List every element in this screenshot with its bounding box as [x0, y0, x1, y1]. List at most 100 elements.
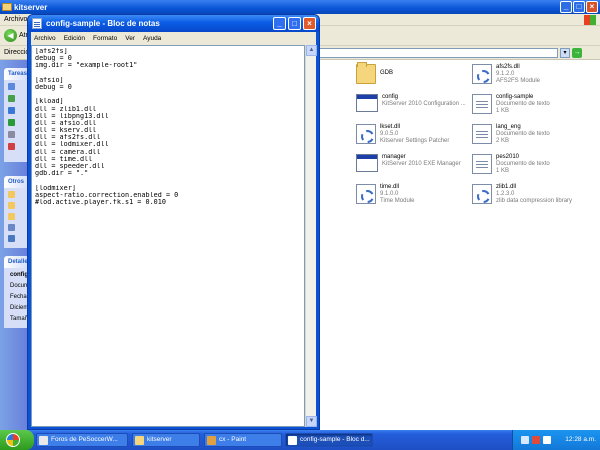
- file-detail: 9.0.5.0: [380, 131, 399, 137]
- computer-icon: [8, 224, 15, 231]
- task-item[interactable]: [8, 119, 15, 126]
- taskbar-button[interactable]: config-sample - Bloc d...: [285, 433, 373, 447]
- notepad-title-bar[interactable]: config-sample - Bloc de notas _ □ ×: [28, 15, 319, 32]
- menu-archivo[interactable]: Archivo: [34, 35, 56, 42]
- text-line: [afs2fs]: [35, 48, 68, 55]
- file-item[interactable]: lkset.dll 9.0.5.0 Kitserver Settings Patch…: [356, 124, 449, 145]
- taskbar-button[interactable]: kitserver: [132, 433, 200, 447]
- file-name: zlib1.dll: [496, 184, 517, 190]
- taskbar-button-label: config-sample - Bloc d...: [300, 436, 370, 443]
- file-name: lkset.dll: [380, 124, 401, 130]
- place-item[interactable]: [8, 224, 15, 231]
- file-label: lang_eng Documento de texto 2 KB: [496, 124, 550, 145]
- file-detail: Documento de texto: [496, 131, 550, 137]
- file-label: manager KitServer 2010 EXE Manager: [382, 154, 461, 168]
- place-item[interactable]: [8, 213, 15, 220]
- task-item[interactable]: [8, 131, 15, 138]
- app-icon: [288, 436, 297, 445]
- maximize-button[interactable]: □: [288, 17, 301, 30]
- explorer-title-bar[interactable]: kitserver _ □ ×: [0, 0, 600, 14]
- file-detail: 1 KB: [496, 108, 510, 114]
- app-icon: [39, 436, 48, 445]
- file-name: afs2fs.dll: [496, 64, 520, 70]
- file-name: time.dll: [380, 184, 400, 190]
- file-name: lang_eng: [496, 124, 521, 130]
- task-item[interactable]: [8, 107, 15, 114]
- folder-icon: [8, 191, 15, 198]
- file-detail: Documento de texto: [496, 101, 550, 107]
- file-detail: AFS2FS Module: [496, 78, 541, 84]
- text-line: debug = 0: [35, 83, 72, 91]
- close-button[interactable]: ×: [586, 1, 598, 13]
- taskbar-button[interactable]: cx - Paint: [204, 433, 282, 447]
- text-line: [lodmixer]: [35, 184, 76, 192]
- file-detail: 2 KB: [496, 138, 510, 144]
- text-line: dll = zlib1.dll: [35, 105, 97, 113]
- dll-icon: [472, 64, 492, 84]
- taskbar: Foros de PeSoccerW... kitserver cx - Paint…: [0, 430, 600, 450]
- scroll-up-icon[interactable]: ▲: [306, 45, 317, 56]
- minimize-button[interactable]: _: [560, 1, 572, 13]
- volume-icon[interactable]: [543, 436, 551, 444]
- task-item[interactable]: [8, 95, 15, 102]
- file-detail: KitServer 2010 EXE Manager: [382, 161, 461, 167]
- menu-ver[interactable]: Ver: [125, 35, 135, 42]
- text-document-icon: [472, 124, 492, 144]
- file-item[interactable]: zlib1.dll 1.2.3.0 zlib data compression li…: [472, 184, 572, 205]
- maximize-button[interactable]: □: [573, 1, 585, 13]
- detail-text: Fecha: [10, 294, 27, 300]
- folder-icon: [8, 202, 15, 209]
- file-item[interactable]: time.dll 9.1.0.0 Time Module: [356, 184, 414, 205]
- dll-icon: [356, 124, 376, 144]
- file-detail: 1 KB: [496, 168, 510, 174]
- file-detail: Kitserver Settings Patcher: [380, 138, 450, 144]
- file-detail: 1.2.3.0: [496, 191, 515, 197]
- text-line: dll = kserv.dll: [35, 127, 97, 135]
- network-icon[interactable]: [521, 436, 529, 444]
- go-arrow-icon[interactable]: →: [572, 48, 582, 58]
- menu-edicion[interactable]: Edición: [64, 35, 85, 42]
- file-item[interactable]: config-sample Documento de texto 1 KB: [472, 94, 550, 115]
- menu-formato[interactable]: Formato: [93, 35, 117, 42]
- file-detail: Time Module: [380, 198, 415, 204]
- security-icon[interactable]: [532, 436, 540, 444]
- windows-logo-icon: [584, 15, 596, 25]
- notepad-title: config-sample - Bloc de notas: [46, 19, 160, 28]
- place-item[interactable]: [8, 235, 15, 242]
- close-button[interactable]: ×: [303, 17, 316, 30]
- text-line: dll = camera.dll: [35, 148, 101, 156]
- file-item[interactable]: manager KitServer 2010 EXE Manager: [356, 154, 461, 172]
- file-item[interactable]: afs2fs.dll 9.1.2.0 AFS2FS Module: [472, 64, 540, 85]
- file-item[interactable]: lang_eng Documento de texto 2 KB: [472, 124, 550, 145]
- task-item[interactable]: [8, 143, 15, 150]
- file-label: config-sample Documento de texto 1 KB: [496, 94, 550, 115]
- folder-icon: [2, 3, 12, 11]
- back-arrow-icon[interactable]: ◀: [4, 29, 17, 42]
- address-dropdown-icon[interactable]: ▾: [560, 48, 570, 58]
- notepad-text-area[interactable]: [afs2fs] debug = 0 img.dir = "example-root…: [31, 45, 305, 427]
- text-line: dll = lodmixer.dll: [35, 141, 109, 149]
- vertical-scrollbar[interactable]: ▲ ▼: [305, 45, 317, 427]
- text-line: aspect-ratio.correction.enabled = 0: [35, 191, 179, 199]
- place-item[interactable]: [8, 202, 15, 209]
- clock[interactable]: 12:28 a.m.: [565, 430, 596, 450]
- notepad-window: config-sample - Bloc de notas _ □ × Arch…: [27, 14, 320, 430]
- file-name: manager: [382, 154, 406, 160]
- file-item[interactable]: pes2010 Documento de texto 1 KB: [472, 154, 550, 175]
- start-button[interactable]: [0, 430, 34, 450]
- taskbar-button[interactable]: Foros de PeSoccerW...: [36, 433, 128, 447]
- place-item[interactable]: [8, 191, 15, 198]
- task-item[interactable]: [8, 83, 15, 90]
- text-line: dll = speeder.dll: [35, 163, 105, 170]
- task-icon: [8, 107, 15, 114]
- exe-window-icon: [356, 94, 378, 112]
- file-item[interactable]: GDB: [356, 62, 393, 84]
- menu-ayuda[interactable]: Ayuda: [143, 35, 161, 42]
- detail-text: Diciem: [10, 305, 29, 311]
- menu-archivo[interactable]: Archivo: [4, 16, 27, 23]
- taskbar-button-label: Foros de PeSoccerW...: [51, 436, 118, 443]
- minimize-button[interactable]: _: [273, 17, 286, 30]
- scroll-down-icon[interactable]: ▼: [306, 416, 317, 427]
- task-icon: [8, 83, 15, 90]
- file-item[interactable]: config KitServer 2010 Configuration ...: [356, 94, 466, 112]
